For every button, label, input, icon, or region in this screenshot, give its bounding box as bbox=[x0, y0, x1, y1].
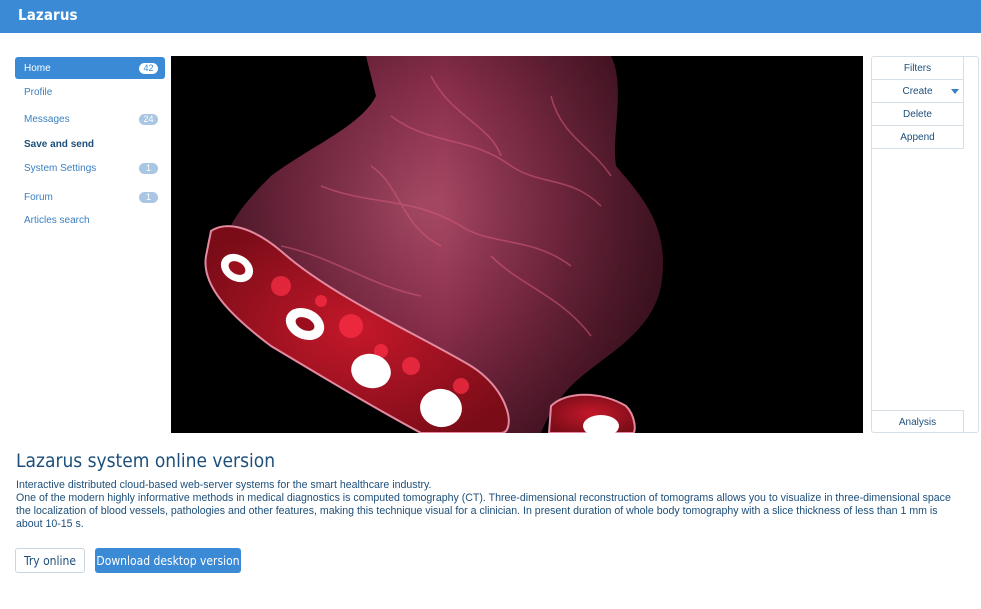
sidebar-item-home[interactable]: Home 42 bbox=[15, 57, 165, 79]
sidebar-item-label: System Settings bbox=[24, 162, 97, 174]
page-title: Lazarus system online version bbox=[16, 450, 276, 472]
filters-button[interactable]: Filters bbox=[872, 57, 964, 80]
sidebar-item-articles-search[interactable]: Articles search bbox=[15, 209, 165, 231]
count-badge: 1 bbox=[139, 163, 158, 174]
sidebar-item-label: Forum bbox=[24, 191, 53, 203]
caret-down-icon[interactable] bbox=[951, 89, 959, 94]
create-button-label: Create bbox=[902, 85, 933, 97]
brand-logo[interactable]: Lazarus bbox=[18, 6, 78, 24]
sidebar-item-label: Articles search bbox=[24, 214, 90, 226]
sidebar-item-profile[interactable]: Profile bbox=[15, 81, 165, 103]
description-line: Interactive distributed cloud-based web-… bbox=[16, 479, 432, 491]
create-dropdown[interactable]: Create bbox=[872, 80, 964, 103]
description: Interactive distributed cloud-based web-… bbox=[16, 479, 956, 531]
count-badge: 1 bbox=[139, 192, 158, 203]
sidebar-item-messages[interactable]: Messages 24 bbox=[15, 108, 165, 130]
description-paragraph: One of the modern highly informative met… bbox=[16, 492, 951, 530]
sidebar-item-label: Messages bbox=[24, 113, 70, 125]
analysis-button[interactable]: Analysis bbox=[872, 410, 964, 433]
sidebar-item-forum[interactable]: Forum 1 bbox=[15, 186, 165, 208]
tool-panel: Filters Create Delete Append Analysis bbox=[871, 56, 979, 433]
sidebar-item-label: Save and send bbox=[24, 138, 95, 150]
ct-reconstruction-image bbox=[171, 56, 863, 433]
count-badge: 24 bbox=[139, 114, 158, 125]
sidebar-item-save-and-send[interactable]: Save and send bbox=[15, 133, 165, 155]
sidebar-item-label: Home bbox=[24, 62, 51, 74]
delete-button[interactable]: Delete bbox=[872, 103, 964, 126]
count-badge: 42 bbox=[139, 63, 158, 74]
try-online-button[interactable]: Try online bbox=[15, 548, 85, 573]
download-desktop-button[interactable]: Download desktop version bbox=[95, 548, 241, 573]
append-button[interactable]: Append bbox=[872, 126, 964, 149]
top-bar: Lazarus bbox=[0, 0, 981, 33]
ct-3d-viewer[interactable] bbox=[171, 56, 863, 433]
sidebar-item-system-settings[interactable]: System Settings 1 bbox=[15, 157, 165, 179]
sidebar-item-label: Profile bbox=[24, 86, 53, 98]
